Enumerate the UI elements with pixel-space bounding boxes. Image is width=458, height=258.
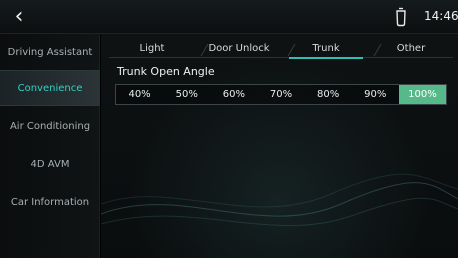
tab-trunk[interactable]: Trunk xyxy=(283,38,369,59)
sidebar-item-air-conditioning[interactable]: Air Conditioning xyxy=(0,108,100,144)
top-bar: ‹ 14:46 xyxy=(0,0,458,34)
angle-option-60[interactable]: 60% xyxy=(210,85,257,104)
sidebar-item-convenience[interactable]: Convenience xyxy=(0,70,100,106)
angle-option-50[interactable]: 50% xyxy=(163,85,210,104)
tab-light[interactable]: Light xyxy=(109,38,195,58)
tab-bar: Light Door Unlock Trunk Other xyxy=(109,38,453,59)
angle-option-40[interactable]: 40% xyxy=(116,85,163,104)
sidebar-item-car-information[interactable]: Car Information xyxy=(0,184,100,220)
sidebar-item-driving-assistant[interactable]: Driving Assistant xyxy=(0,34,100,70)
tab-other[interactable]: Other xyxy=(369,38,453,58)
angle-option-80[interactable]: 80% xyxy=(305,85,352,104)
angle-option-90[interactable]: 90% xyxy=(352,85,399,104)
main-panel: Light Door Unlock Trunk Other Trunk Open… xyxy=(101,34,458,258)
cup-icon xyxy=(396,7,406,27)
sidebar-item-4d-avm[interactable]: 4D AVM xyxy=(0,146,100,182)
back-arrow-icon: ‹ xyxy=(14,4,24,29)
angle-option-100[interactable]: 100% xyxy=(398,85,446,104)
back-button[interactable]: ‹ xyxy=(6,4,32,30)
tab-door-unlock[interactable]: Door Unlock xyxy=(195,38,283,58)
trunk-angle-selector: 40% 50% 60% 70% 80% 90% 100% xyxy=(115,84,447,105)
clock: 14:46 xyxy=(424,9,458,23)
background-wave-graphic xyxy=(101,173,458,227)
sidebar: Driving Assistant Convenience Air Condit… xyxy=(0,34,100,258)
angle-option-70[interactable]: 70% xyxy=(257,85,304,104)
trunk-open-angle-label: Trunk Open Angle xyxy=(117,65,215,78)
